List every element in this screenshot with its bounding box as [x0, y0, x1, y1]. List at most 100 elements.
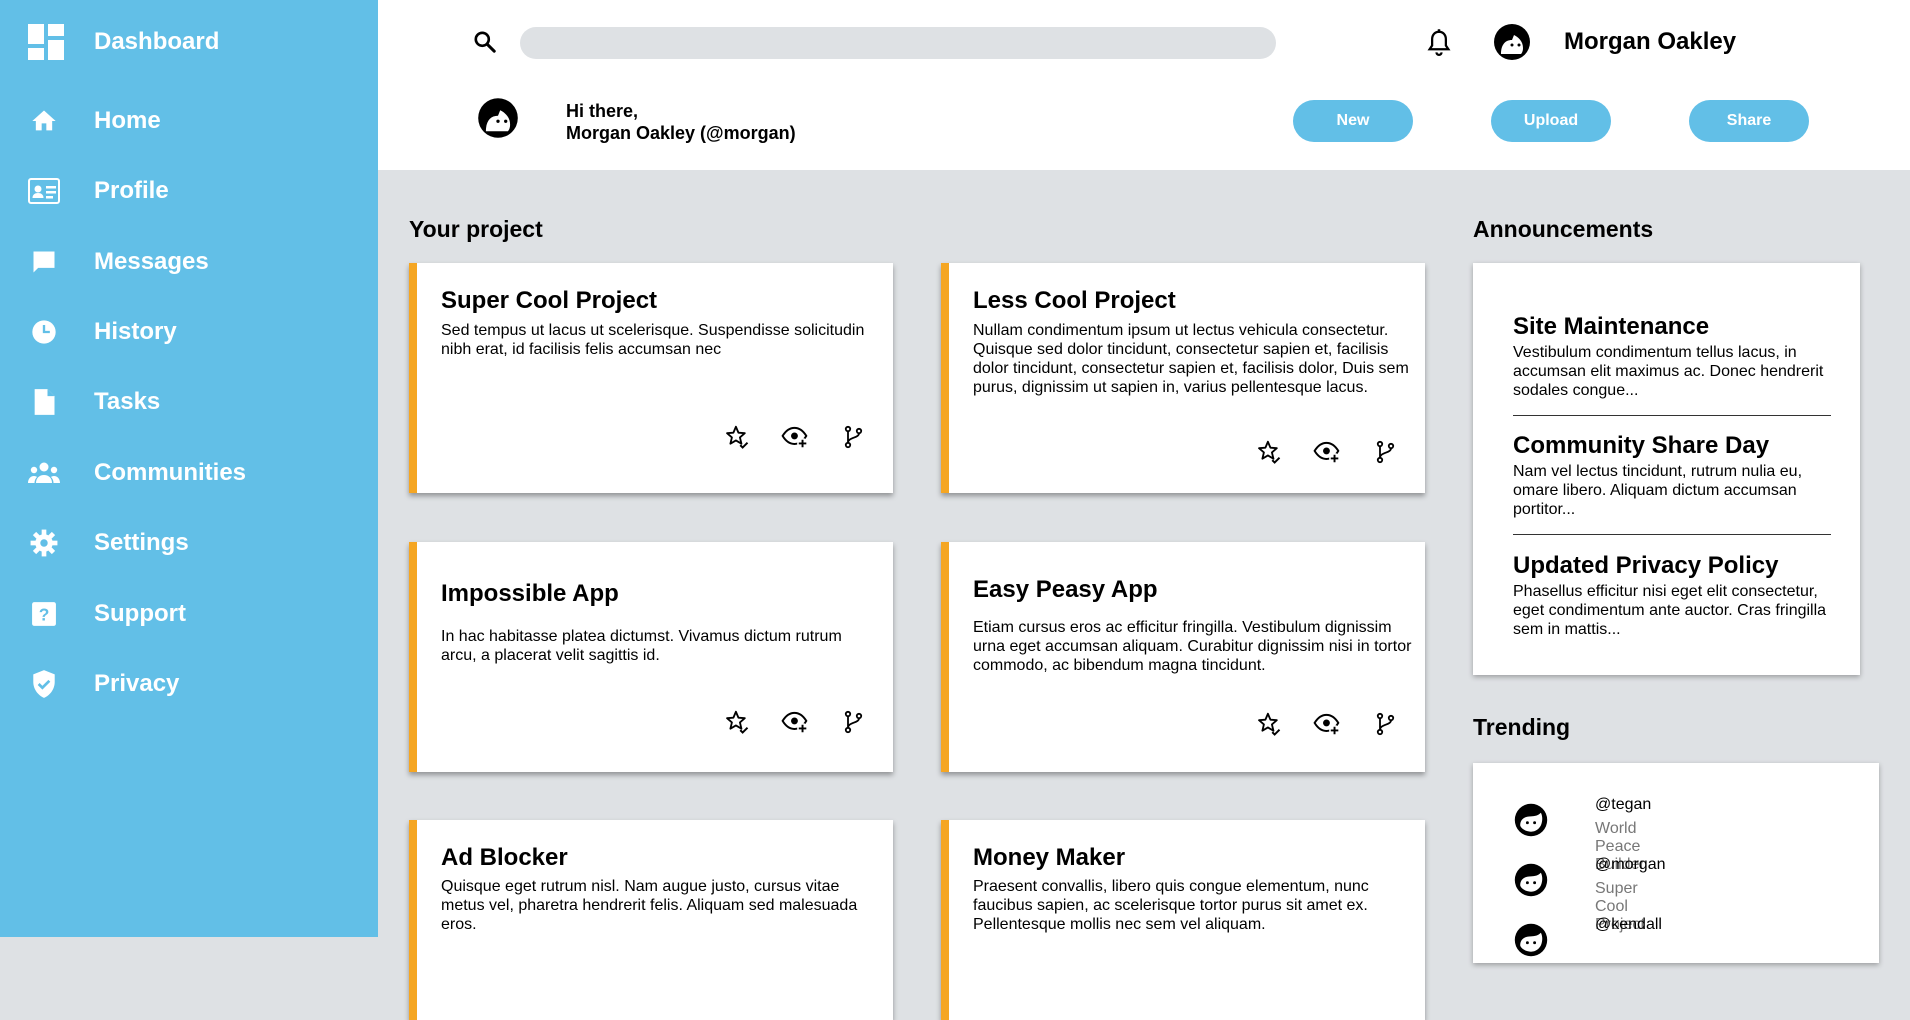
project-description: Etiam cursus eros ac efficitur fringilla…: [973, 619, 1412, 674]
announcement-item[interactable]: Updated Privacy Policy Phasellus efficit…: [1513, 552, 1831, 639]
message-icon: [28, 246, 60, 278]
group-icon: [28, 457, 60, 489]
sidebar-item-home[interactable]: Home: [28, 101, 161, 141]
trending-handle[interactable]: @tegan: [1595, 796, 1651, 814]
sidebar-item-label: Settings: [94, 529, 189, 556]
sidebar-item-profile[interactable]: Profile: [28, 171, 169, 211]
sidebar-item-label: Profile: [94, 177, 169, 204]
fork-icon[interactable]: [1371, 438, 1399, 466]
project-card[interactable]: Money Maker Praesent convallis, libero q…: [941, 820, 1425, 1020]
fork-icon[interactable]: [1371, 710, 1399, 738]
project-actions: [1255, 710, 1399, 738]
divider: [1513, 415, 1831, 416]
announcements-panel: Site Maintenance Vestibulum condimentum …: [1473, 263, 1860, 675]
fork-icon[interactable]: [839, 423, 867, 451]
sidebar-item-communities[interactable]: Communities: [28, 453, 246, 493]
project-title[interactable]: Less Cool Project: [973, 287, 1176, 315]
sidebar-item-tasks[interactable]: Tasks: [28, 382, 160, 422]
watch-icon[interactable]: [781, 423, 809, 451]
greeting: Hi there, Morgan Oakley (@morgan): [566, 100, 796, 144]
sidebar-item-messages[interactable]: Messages: [28, 242, 209, 282]
sidebar-brand-label: Dashboard: [94, 28, 220, 55]
sidebar: Dashboard Home Profile Messages History …: [0, 0, 378, 937]
star-check-icon[interactable]: [723, 708, 751, 736]
home-icon: [28, 105, 60, 137]
sidebar-item-settings[interactable]: Settings: [28, 523, 189, 563]
announcement-body: Vestibulum condimentum tellus lacus, in …: [1513, 344, 1824, 399]
trending-handle[interactable]: @morgan: [1595, 856, 1666, 874]
project-actions: [1255, 438, 1399, 466]
announcement-item[interactable]: Site Maintenance Vestibulum condimentum …: [1513, 313, 1831, 400]
gear-icon: [28, 527, 60, 559]
star-check-icon[interactable]: [1255, 438, 1283, 466]
project-actions: [723, 708, 867, 736]
watch-icon[interactable]: [1313, 438, 1341, 466]
clock-icon: [28, 316, 60, 348]
sidebar-item-support[interactable]: ? Support: [28, 594, 186, 634]
avatar: [476, 96, 520, 140]
svg-text:?: ?: [39, 605, 50, 625]
greeting-line: Hi there,: [566, 101, 639, 121]
share-button[interactable]: Share: [1689, 100, 1809, 142]
fork-icon[interactable]: [839, 708, 867, 736]
watch-icon[interactable]: [1313, 710, 1341, 738]
project-card[interactable]: Ad Blocker Quisque eget rutrum nisl. Nam…: [409, 820, 893, 1020]
top-header: Morgan Oakley Hi there, Morgan Oakley (@…: [378, 0, 1910, 170]
project-description: Nullam condimentum ipsum ut lectus vehic…: [973, 322, 1409, 396]
watch-icon[interactable]: [781, 708, 809, 736]
star-check-icon[interactable]: [723, 423, 751, 451]
announcement-title[interactable]: Updated Privacy Policy: [1513, 552, 1831, 580]
avatar: [1513, 922, 1549, 958]
project-description: In hac habitasse platea dictumst. Vivamu…: [441, 628, 842, 664]
announcement-body: Phasellus efficitur nisi eget elit conse…: [1513, 583, 1827, 638]
project-title[interactable]: Money Maker: [973, 844, 1125, 872]
bell-icon[interactable]: [1424, 28, 1454, 58]
project-description: Quisque eget rutrum nisl. Nam augue just…: [441, 878, 858, 933]
sidebar-item-label: Messages: [94, 248, 209, 275]
section-title-announcements: Announcements: [1473, 216, 1654, 242]
section-title-trending: Trending: [1473, 714, 1571, 740]
project-description: Praesent convallis, libero quis congue e…: [973, 878, 1369, 933]
header-username[interactable]: Morgan Oakley: [1564, 28, 1736, 56]
announcement-title[interactable]: Site Maintenance: [1513, 313, 1831, 341]
sidebar-item-history[interactable]: History: [28, 312, 177, 352]
trending-handle[interactable]: @kendall: [1595, 916, 1662, 934]
project-actions: [723, 423, 867, 451]
shield-icon: [28, 668, 60, 700]
sidebar-item-label: Communities: [94, 459, 247, 486]
avatar: [1513, 862, 1549, 898]
sidebar-item-label: Support: [94, 600, 186, 627]
section-title-projects: Your project: [409, 216, 543, 242]
sidebar-item-label: History: [94, 318, 177, 345]
upload-button[interactable]: Upload: [1491, 100, 1611, 142]
announcement-item[interactable]: Community Share Day Nam vel lectus tinci…: [1513, 432, 1831, 519]
divider: [1513, 534, 1831, 535]
project-title[interactable]: Impossible App: [441, 580, 619, 608]
project-card[interactable]: Super Cool Project Sed tempus ut lacus u…: [409, 263, 893, 493]
project-title[interactable]: Super Cool Project: [441, 287, 657, 315]
project-title[interactable]: Ad Blocker: [441, 844, 568, 872]
document-icon: [28, 386, 60, 418]
id-card-icon: [28, 175, 60, 207]
trending-panel: @tegan World Peace Builder @morgan Super…: [1473, 763, 1879, 963]
project-description: Sed tempus ut lacus ut scelerisque. Susp…: [441, 322, 865, 358]
sidebar-item-label: Privacy: [94, 670, 180, 697]
dashboard-icon: [28, 24, 64, 60]
sidebar-item-privacy[interactable]: Privacy: [28, 664, 179, 704]
announcement-body: Nam vel lectus tincidunt, rutrum nulia e…: [1513, 463, 1803, 518]
project-card[interactable]: Easy Peasy App Etiam cursus eros ac effi…: [941, 542, 1425, 772]
greeting-user: Morgan Oakley (@morgan): [566, 123, 796, 143]
avatar[interactable]: [1492, 22, 1532, 62]
search-icon[interactable]: [472, 29, 498, 55]
sidebar-item-label: Tasks: [94, 388, 161, 415]
project-title[interactable]: Easy Peasy App: [973, 576, 1158, 604]
search-input[interactable]: [520, 27, 1276, 59]
project-card[interactable]: Impossible App In hac habitasse platea d…: [409, 542, 893, 772]
help-icon: ?: [28, 598, 60, 630]
sidebar-item-label: Home: [94, 107, 161, 134]
new-button[interactable]: New: [1293, 100, 1413, 142]
sidebar-brand[interactable]: Dashboard: [28, 22, 219, 62]
project-card[interactable]: Less Cool Project Nullam condimentum ips…: [941, 263, 1425, 493]
announcement-title[interactable]: Community Share Day: [1513, 432, 1831, 460]
star-check-icon[interactable]: [1255, 710, 1283, 738]
